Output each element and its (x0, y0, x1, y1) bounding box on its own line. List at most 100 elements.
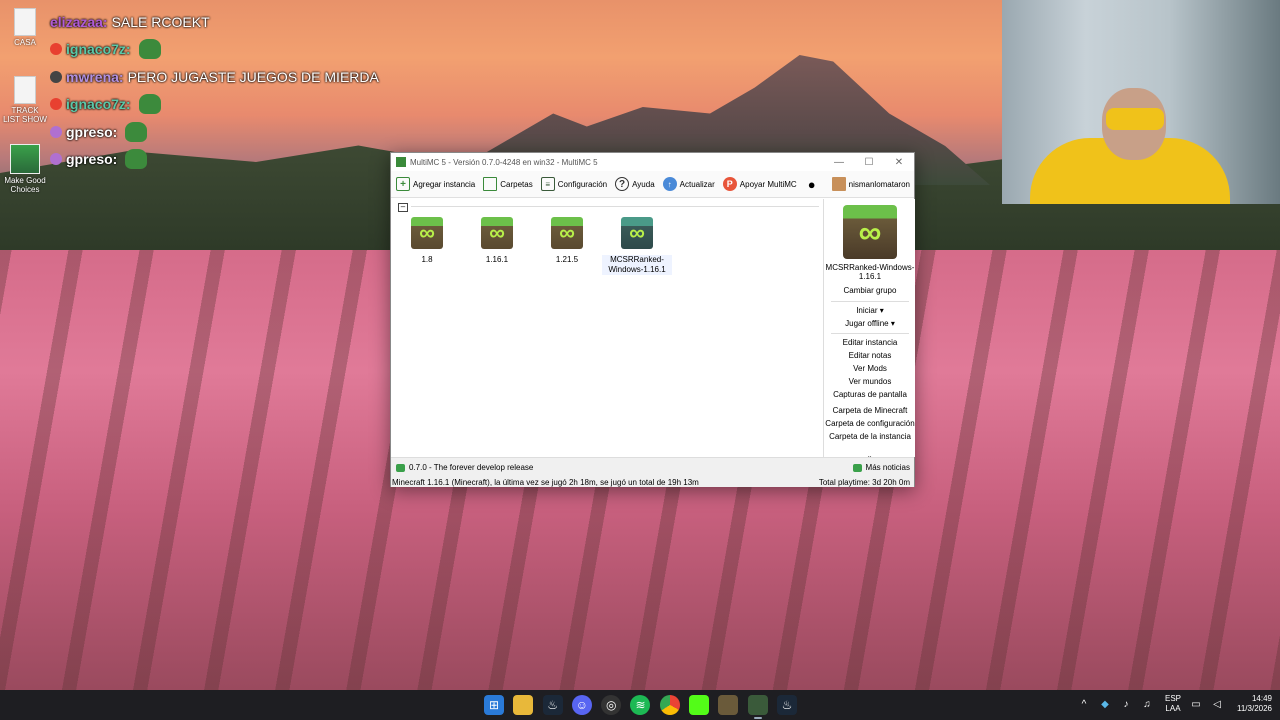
microphone-icon[interactable]: ♪ (1120, 699, 1132, 710)
close-button[interactable]: ✕ (884, 157, 914, 168)
account-button[interactable]: nismanlomataron (831, 177, 910, 191)
update-label: Actualizar (679, 179, 715, 189)
clock[interactable]: 14:49 11/3/2026 (1237, 694, 1272, 714)
chat-username: gpreso: (66, 123, 118, 140)
chat-message: ignaco7z: (50, 91, 380, 119)
maximize-button[interactable]: ☐ (854, 157, 884, 168)
desktop-icon-make-good-choices[interactable]: Make Good Choices (2, 144, 48, 194)
group-collapse-toggle[interactable]: – (398, 203, 408, 212)
settings-label: Configuración (557, 179, 608, 189)
minimize-button[interactable]: — (824, 157, 854, 168)
news-bubble-icon (852, 463, 862, 472)
instance-item[interactable]: ∞ 1.8 (392, 217, 462, 265)
chrome-icon[interactable] (659, 695, 680, 715)
main-toolbar: + Agregar instancia Carpetas ≡ Configura… (391, 171, 914, 198)
chat-username: mwrena: (66, 68, 124, 85)
discord-icon[interactable]: ☺ (571, 695, 592, 715)
keyboard-layout: LAA (1165, 704, 1181, 713)
kick-icon[interactable] (689, 695, 710, 715)
cat-icon: ● (807, 176, 816, 192)
steam-icon[interactable]: ♨ (542, 695, 563, 715)
pepe-emote-icon (138, 39, 161, 60)
desktop-icon-label: CASA (14, 38, 36, 47)
add-icon: + (396, 177, 410, 191)
play-offline-button[interactable]: Jugar offline ▾ (825, 318, 915, 331)
instance-label: 1.21.5 (555, 255, 579, 264)
add-instance-button[interactable]: + Agregar instancia (396, 177, 475, 191)
group-divider (411, 206, 819, 207)
selected-instance-icon[interactable]: ∞ (843, 205, 897, 259)
speaker-icon[interactable]: ♫ (1141, 699, 1153, 710)
windows-start-icon[interactable]: ⊞ (484, 695, 504, 715)
cloud-update-icon: ↑ (662, 177, 677, 191)
screenshots-button[interactable]: Capturas de pantalla (825, 389, 915, 402)
folder-icon (483, 177, 498, 191)
account-avatar-icon (831, 177, 846, 191)
multimc-taskbar-icon[interactable] (747, 695, 768, 719)
folders-button[interactable]: Carpetas (483, 177, 533, 191)
defender-icon[interactable]: ◆ (1099, 699, 1111, 710)
status-bar: 0.7.0 - The forever develop release Más … (391, 457, 914, 487)
config-folder-button[interactable]: Carpeta de configuración (825, 418, 915, 431)
more-news-button[interactable]: Más noticias (852, 463, 910, 472)
chevron-up-icon[interactable]: ^ (1078, 699, 1090, 710)
settings-list-icon: ≡ (540, 177, 555, 191)
update-button[interactable]: ↑ Actualizar (662, 177, 715, 191)
total-playtime-text: Total playtime: 3d 20h 0m (818, 478, 910, 487)
news-bubble-icon (396, 463, 405, 472)
system-tray: ^ ◆ ♪ ♫ ESP LAA ▭ ◁ 14:49 11/3/2026 (1069, 694, 1272, 714)
account-label: nismanlomataron (848, 179, 910, 189)
view-mods-button[interactable]: Ver Mods (825, 363, 915, 376)
news-item[interactable]: 0.7.0 - The forever develop release (396, 463, 533, 472)
chat-message: gpreso: (50, 146, 380, 174)
minecraft-folder-button[interactable]: Carpeta de Minecraft (825, 405, 915, 418)
patreon-icon: P (722, 177, 737, 191)
chat-message: gpreso: (50, 118, 380, 146)
multimc-window[interactable]: MultiMC 5 - Versión 0.7.0-4248 en win32 … (390, 152, 915, 487)
help-button[interactable]: ? Ayuda (615, 177, 655, 191)
window-titlebar[interactable]: MultiMC 5 - Versión 0.7.0-4248 en win32 … (391, 153, 914, 171)
file-explorer-icon[interactable] (513, 695, 534, 715)
instance-grid[interactable]: – ∞ 1.8 ∞ 1.16.1 ∞ 1.21.5 ∞ MCSRRanked-W… (391, 199, 824, 457)
chat-message: ignaco7z: (50, 36, 380, 64)
volume-icon[interactable]: ◁ (1211, 699, 1223, 710)
desktop-icon-track-list[interactable]: TRACK LIST SHOW (2, 76, 48, 124)
support-button[interactable]: P Apoyar MultiMC (722, 177, 797, 191)
launch-button[interactable]: Iniciar ▾ (825, 305, 915, 318)
instance-label: 1.8 (421, 255, 433, 264)
help-icon: ? (615, 177, 630, 191)
taskbar: ⊞ ♨ ☺ ◎ ≋ ♨ ^ ◆ ♪ ♫ ESP LAA ▭ ◁ 14:49 11… (0, 690, 1280, 720)
settings-button[interactable]: ≡ Configuración (540, 177, 608, 191)
instance-label: MCSRRanked-Windows-1.16.1 (602, 255, 672, 275)
steam-taskbar-icon[interactable]: ♨ (776, 695, 797, 715)
selected-instance-name: MCSRRanked-Windows-1.16.1 (825, 263, 915, 281)
change-group-button[interactable]: Cambiar grupo (825, 285, 915, 298)
minecraft-icon[interactable] (718, 695, 739, 715)
file-icon (14, 76, 36, 104)
instance-item[interactable]: ∞ 1.21.5 (532, 217, 602, 265)
desktop-icon-casa[interactable]: CASA (2, 8, 48, 47)
badge-icon (50, 153, 62, 166)
edit-notes-button[interactable]: Editar notas (825, 350, 915, 363)
badge-icon (50, 98, 62, 111)
edit-instance-button[interactable]: Editar instancia (825, 337, 915, 350)
view-worlds-button[interactable]: Ver mundos (825, 376, 915, 389)
badge-icon (50, 125, 62, 138)
instance-folder-button[interactable]: Carpeta de la instancia (825, 431, 915, 444)
chat-username: ignaco7z: (66, 96, 131, 113)
help-label: Ayuda (632, 179, 655, 189)
instance-side-panel: ∞ MCSRRanked-Windows-1.16.1 Cambiar grup… (825, 199, 915, 462)
instance-item-selected[interactable]: ∞ MCSRRanked-Windows-1.16.1 (602, 217, 672, 275)
instance-item[interactable]: ∞ 1.16.1 (462, 217, 532, 265)
spotify-icon[interactable]: ≋ (630, 695, 651, 715)
desktop-icon-label: Make Good Choices (4, 176, 46, 194)
chat-message: elizazaa: SALE RCOEKT (50, 8, 380, 36)
minecraft-instance-icon: ∞ (481, 217, 513, 249)
cat-button[interactable]: ● (805, 176, 822, 192)
network-icon[interactable]: ▭ (1190, 699, 1202, 710)
obs-icon[interactable]: ◎ (601, 695, 622, 715)
language-indicator[interactable]: ESP LAA (1165, 694, 1181, 714)
more-news-label: Más noticias (865, 463, 910, 472)
divider (831, 300, 909, 302)
webcam-person-cap (1106, 108, 1164, 130)
